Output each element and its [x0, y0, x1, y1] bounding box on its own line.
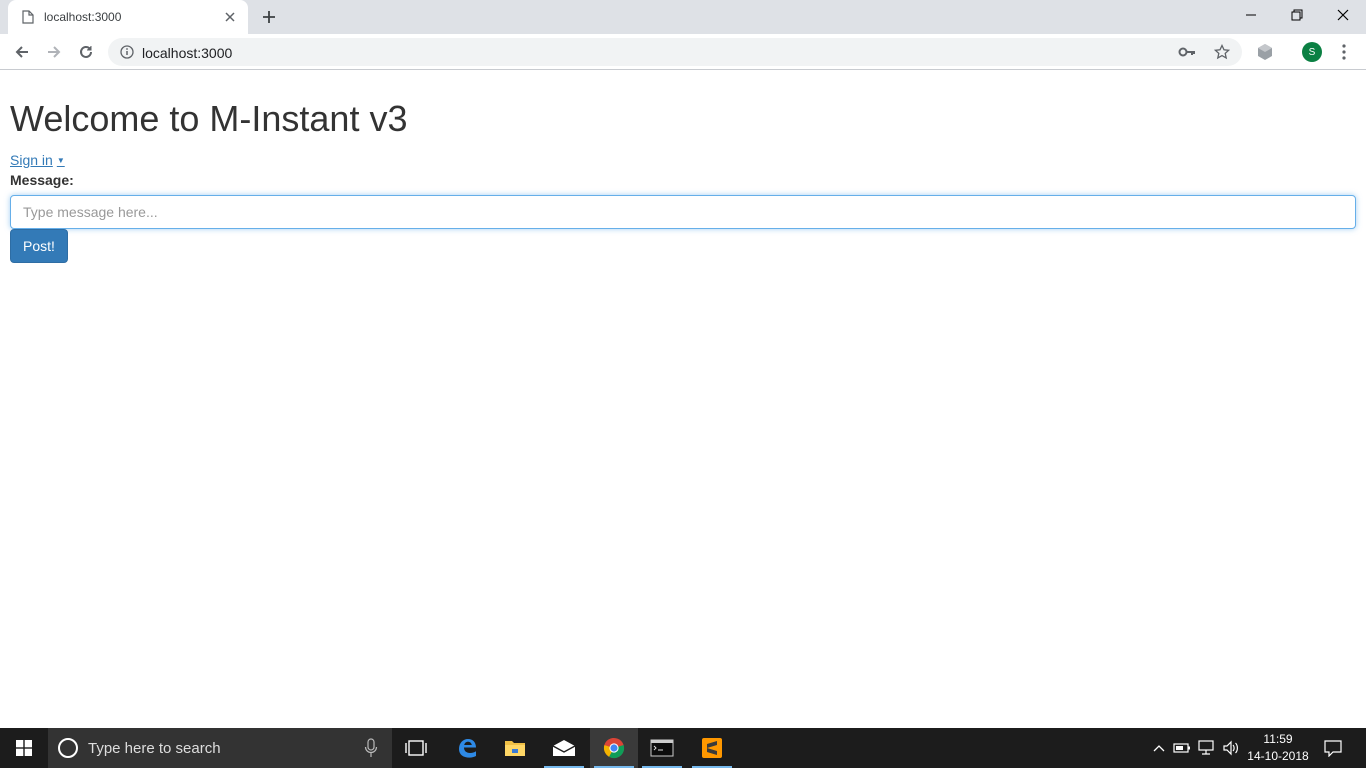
browser-toolbar: localhost:3000 S — [0, 34, 1366, 70]
post-button[interactable]: Post! — [10, 229, 68, 263]
page-content: Welcome to M-Instant v3 Sign in ▼ Message… — [0, 71, 1366, 728]
arrow-right-icon — [48, 46, 61, 58]
back-button[interactable] — [10, 40, 34, 64]
address-bar[interactable]: localhost:3000 — [108, 38, 1242, 66]
microphone-icon[interactable] — [364, 738, 378, 758]
task-view-icon — [405, 740, 427, 756]
taskbar-edge[interactable] — [443, 728, 491, 768]
close-window-button[interactable] — [1320, 0, 1366, 30]
star-icon[interactable] — [1214, 44, 1230, 60]
tab-title: localhost:3000 — [44, 10, 122, 24]
extension-icon[interactable] — [1256, 43, 1274, 61]
profile-avatar[interactable]: S — [1302, 42, 1322, 62]
message-input[interactable] — [10, 195, 1356, 229]
clock-time: 11:59 — [1263, 732, 1293, 746]
network-icon — [1198, 740, 1214, 755]
taskbar-mail[interactable] — [540, 728, 588, 768]
minimize-icon — [1246, 14, 1256, 16]
speaker-icon — [1223, 740, 1238, 756]
forward-button[interactable] — [42, 40, 66, 64]
battery-tray-button[interactable] — [1172, 728, 1192, 768]
url-text[interactable]: localhost:3000 — [142, 45, 232, 61]
info-icon[interactable] — [120, 45, 134, 59]
tab-strip: localhost:3000 — [0, 0, 1366, 34]
minimize-button[interactable] — [1228, 0, 1274, 30]
arrow-left-icon — [15, 46, 28, 58]
taskbar: Type here to search 11:59 14-10-2018 — [0, 728, 1366, 768]
action-center-button[interactable] — [1320, 728, 1346, 768]
key-icon[interactable] — [1178, 45, 1196, 59]
taskbar-search[interactable]: Type here to search — [48, 728, 392, 768]
edge-icon — [459, 739, 476, 758]
page-icon — [22, 10, 34, 24]
reload-button[interactable] — [74, 40, 98, 64]
sign-in-label: Sign in — [10, 152, 53, 168]
taskbar-file-explorer[interactable] — [491, 728, 539, 768]
start-button[interactable] — [0, 728, 48, 768]
folder-icon — [505, 741, 525, 756]
task-view-button[interactable] — [392, 728, 440, 768]
volume-tray-button[interactable] — [1220, 728, 1242, 768]
close-icon — [1337, 9, 1349, 21]
chrome-icon — [603, 737, 625, 759]
battery-icon — [1173, 743, 1190, 753]
network-tray-button[interactable] — [1196, 728, 1218, 768]
taskbar-clock[interactable]: 11:59 14-10-2018 — [1246, 731, 1310, 765]
search-placeholder: Type here to search — [88, 740, 221, 757]
windows-logo-icon — [16, 740, 32, 756]
more-menu-icon[interactable] — [1336, 43, 1352, 61]
reload-icon — [80, 45, 92, 58]
restore-button[interactable] — [1274, 0, 1320, 30]
taskbar-terminal[interactable] — [638, 728, 686, 768]
new-tab-icon[interactable] — [260, 8, 278, 26]
caret-down-icon: ▼ — [56, 156, 65, 165]
message-label: Message: — [10, 172, 74, 188]
cortana-icon[interactable] — [58, 738, 78, 758]
chevron-up-icon — [1153, 745, 1165, 752]
taskbar-chrome[interactable] — [590, 728, 638, 768]
restore-icon — [1291, 9, 1303, 21]
notification-icon — [1324, 740, 1342, 757]
show-hidden-icons-button[interactable] — [1150, 728, 1168, 768]
sign-in-link[interactable]: Sign in ▼ — [10, 152, 65, 168]
mail-icon — [552, 740, 576, 756]
page-title: Welcome to M-Instant v3 — [10, 98, 408, 139]
clock-date: 14-10-2018 — [1247, 749, 1309, 763]
close-tab-icon[interactable] — [222, 9, 238, 25]
terminal-icon — [650, 739, 674, 757]
sublime-text-icon — [702, 738, 722, 758]
taskbar-sublime[interactable] — [688, 728, 736, 768]
browser-tab[interactable]: localhost:3000 — [8, 0, 248, 34]
